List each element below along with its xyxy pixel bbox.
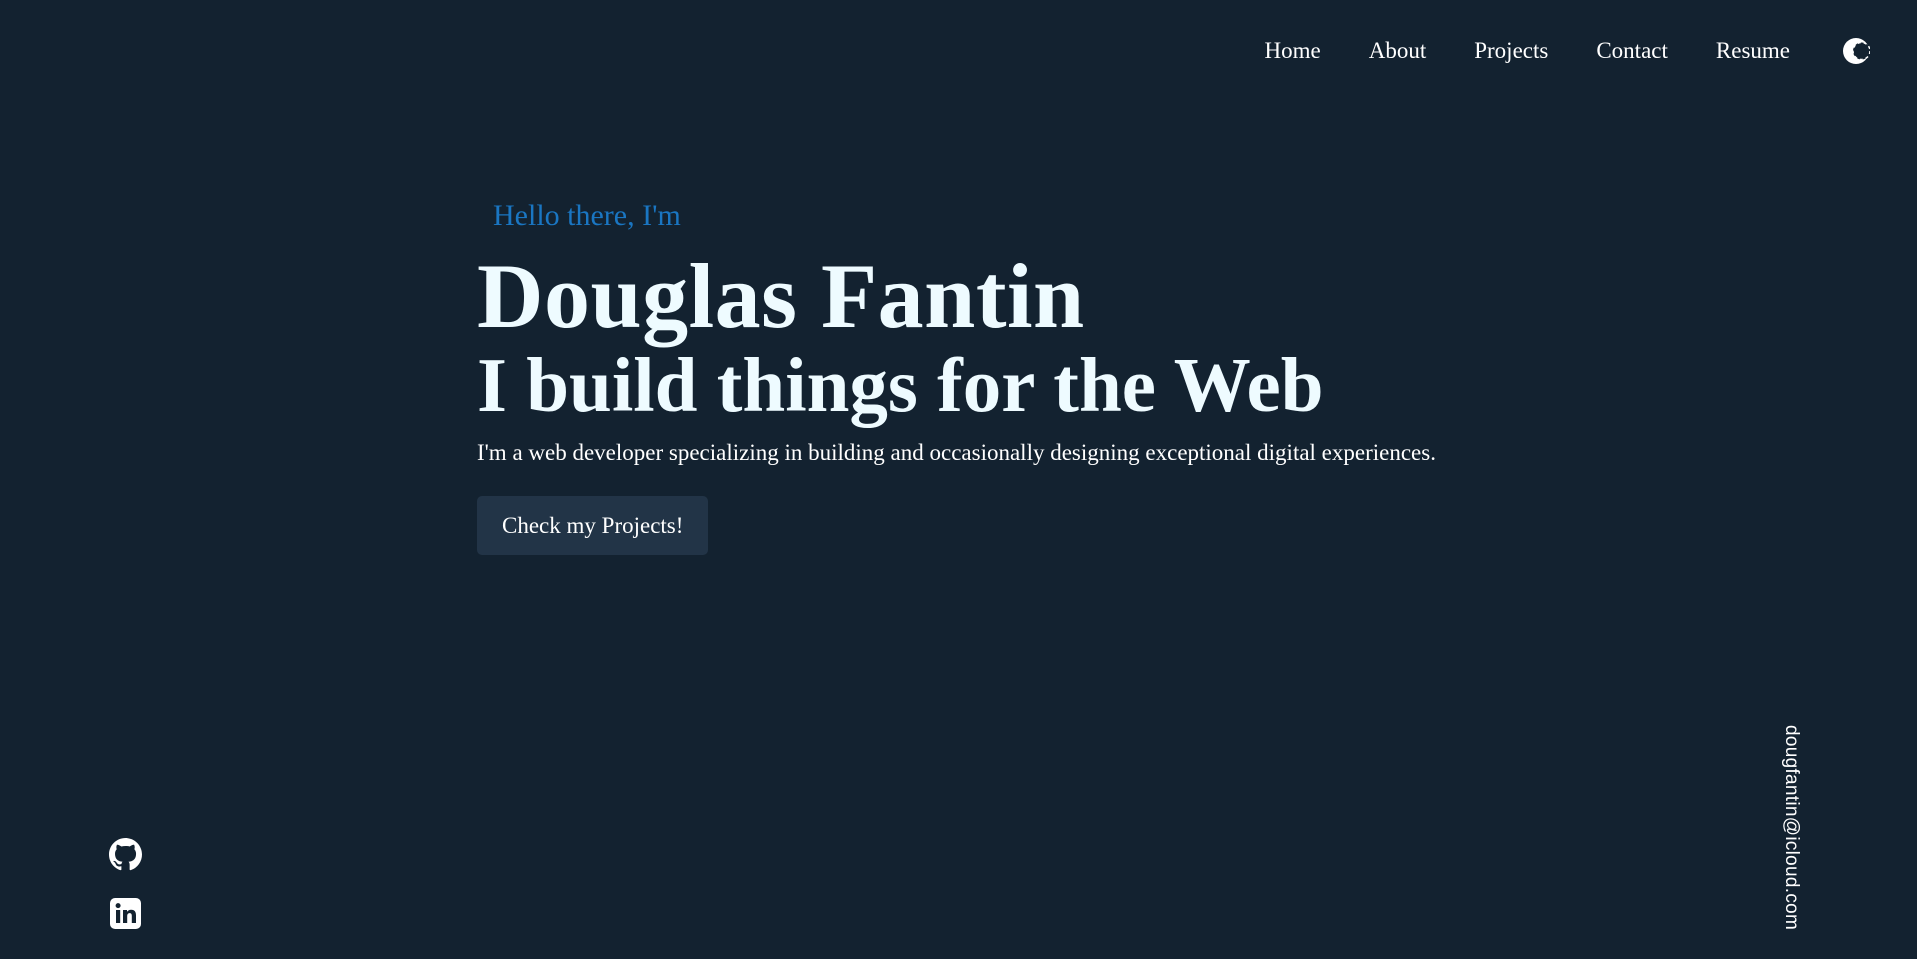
linkedin-icon <box>110 898 141 929</box>
nav-link-contact[interactable]: Contact <box>1596 32 1668 70</box>
nav-link-about[interactable]: About <box>1369 32 1427 70</box>
hero-greeting: Hello there, I'm <box>493 199 681 232</box>
check-projects-button[interactable]: Check my Projects! <box>477 496 709 555</box>
nav-link-projects[interactable]: Projects <box>1474 32 1548 70</box>
theme-toggle-button[interactable] <box>1842 37 1870 65</box>
hero-tagline: I build things for the Web <box>477 342 1324 428</box>
linkedin-link[interactable] <box>109 897 142 930</box>
nav-link-resume[interactable]: Resume <box>1716 32 1790 70</box>
github-link[interactable] <box>109 838 142 871</box>
github-icon <box>109 838 142 871</box>
hero-name: Douglas Fantin <box>477 245 1085 347</box>
nav-link-home[interactable]: Home <box>1265 32 1321 70</box>
email-link[interactable]: dougfantin@icloud.com <box>1780 725 1802 930</box>
moon-icon <box>1843 38 1870 64</box>
hero-section: Hello there, I'm Douglas Fantin I build … <box>477 190 1436 555</box>
hero-intro: I'm a web developer specializing in buil… <box>477 440 1436 465</box>
social-links <box>109 838 142 930</box>
main-nav: Home About Projects Contact Resume <box>1265 32 1870 70</box>
